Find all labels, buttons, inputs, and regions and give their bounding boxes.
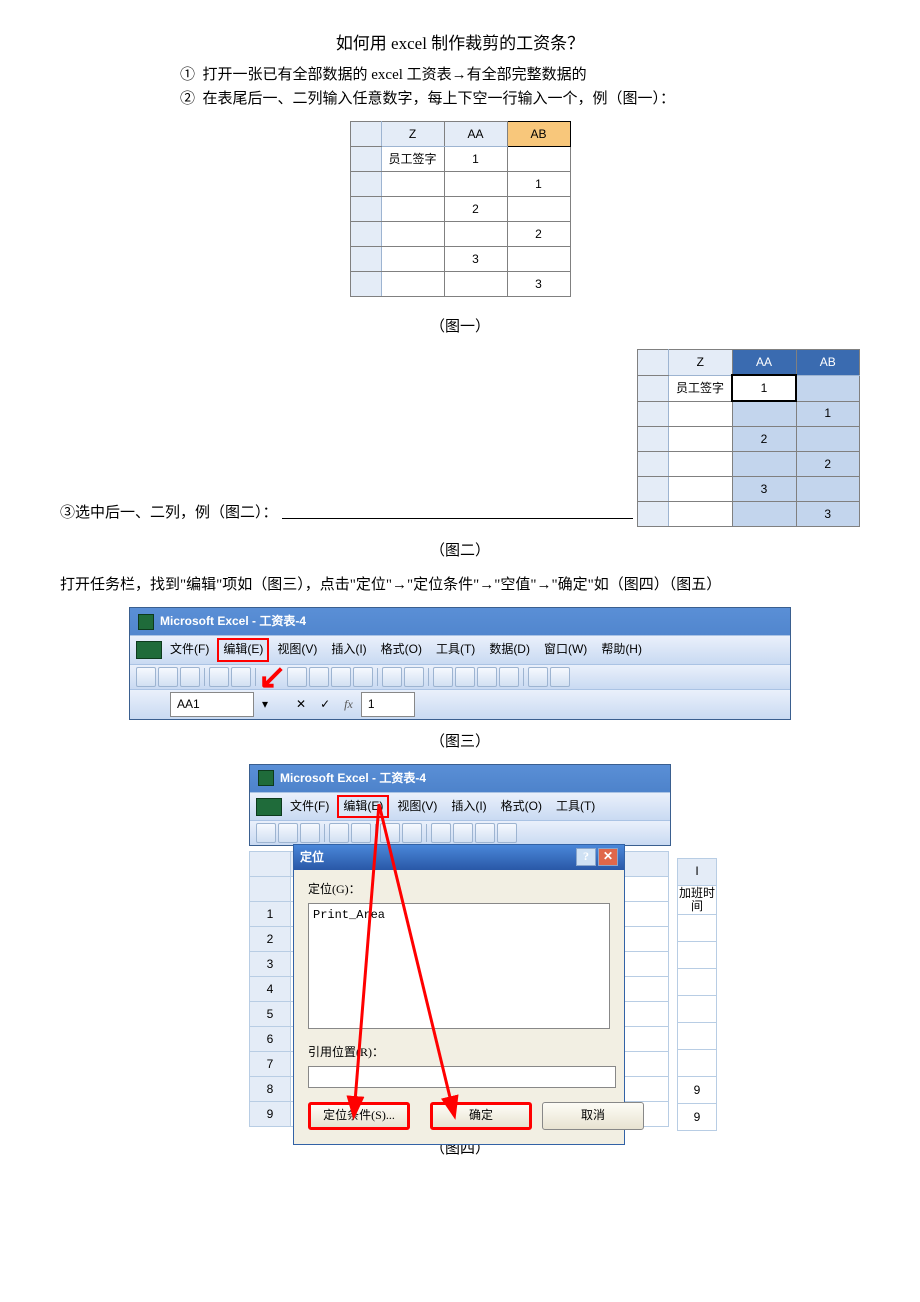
fig1-caption: （图一） bbox=[60, 315, 860, 339]
sort-desc-icon[interactable] bbox=[499, 667, 519, 687]
corner-cell bbox=[350, 122, 381, 147]
close-icon[interactable]: ✕ bbox=[598, 848, 618, 866]
special-button[interactable]: 定位条件(S)... bbox=[308, 1102, 410, 1129]
figure-3: Microsoft Excel - 工资表-4 文件(F) 编辑(E) 视图(V… bbox=[60, 607, 860, 720]
enter-icon[interactable]: ✓ bbox=[314, 693, 336, 716]
cell-z1: 员工签字 bbox=[381, 147, 444, 172]
menu-insert[interactable]: 插入(I) bbox=[445, 795, 492, 818]
print-icon[interactable] bbox=[209, 667, 229, 687]
format-painter-icon[interactable] bbox=[353, 667, 373, 687]
drawing-icon[interactable] bbox=[550, 667, 570, 687]
copy-icon[interactable] bbox=[453, 823, 473, 843]
research-icon[interactable] bbox=[402, 823, 422, 843]
open-icon[interactable] bbox=[158, 667, 178, 687]
menu-tools[interactable]: 工具(T) bbox=[550, 795, 601, 818]
preview-icon[interactable] bbox=[231, 667, 251, 687]
fig1-table: Z AA AB 员工签字1 1 2 2 3 3 bbox=[350, 121, 571, 297]
doc-icon bbox=[136, 641, 162, 659]
figure-1: Z AA AB 员工签字1 1 2 2 3 3 bbox=[60, 121, 860, 305]
col-AB: AB bbox=[507, 122, 570, 147]
step-2-num: ② bbox=[180, 91, 195, 107]
paste-icon[interactable] bbox=[331, 667, 351, 687]
menu-insert[interactable]: 插入(I) bbox=[325, 638, 372, 661]
fig2-caption: （图二） bbox=[60, 539, 860, 563]
open-icon[interactable] bbox=[278, 823, 298, 843]
goto-listbox[interactable]: Print_Area bbox=[308, 903, 610, 1029]
undo-icon[interactable] bbox=[382, 667, 402, 687]
excel-window-title: Microsoft Excel - 工资表-4 bbox=[130, 608, 790, 635]
step-1: ① 打开一张已有全部数据的 excel 工资表→有全部完整数据的 bbox=[180, 63, 860, 87]
excel-icon bbox=[258, 770, 274, 786]
redo-icon[interactable] bbox=[404, 667, 424, 687]
dropdown-icon[interactable]: ▾ bbox=[256, 693, 274, 716]
reference-input[interactable] bbox=[308, 1066, 616, 1088]
print-icon[interactable] bbox=[329, 823, 349, 843]
step-3: ③选中后一、二列，例（图二）： bbox=[60, 501, 278, 535]
fig3-caption: （图三） bbox=[60, 730, 860, 754]
page-title: 如何用 excel 制作裁剪的工资条？ bbox=[60, 30, 860, 57]
menu-edit[interactable]: 编辑(E) bbox=[337, 795, 389, 818]
goto-dialog: 定位 ? ✕ 定位(G)： Print_Area 引用位置(R)： 定位条件(S… bbox=[293, 844, 625, 1145]
menu-help[interactable]: 帮助(H) bbox=[595, 638, 648, 661]
save-icon[interactable] bbox=[300, 823, 320, 843]
formula-bar[interactable]: 1 bbox=[361, 692, 415, 717]
help-icon[interactable]: ? bbox=[576, 848, 596, 866]
sort-asc-icon[interactable] bbox=[477, 667, 497, 687]
excel-window-title-4: Microsoft Excel - 工资表-4 bbox=[250, 765, 670, 792]
figure-4: Microsoft Excel - 工资表-4 文件(F) 编辑(E) 视图(V… bbox=[60, 764, 860, 1127]
menu-format[interactable]: 格式(O) bbox=[495, 795, 548, 818]
goto-label: 定位(G)： bbox=[308, 880, 610, 899]
preview-icon[interactable] bbox=[351, 823, 371, 843]
paste-icon[interactable] bbox=[475, 823, 495, 843]
toolbar-4 bbox=[250, 820, 670, 845]
excel-icon bbox=[138, 614, 154, 630]
new-icon[interactable] bbox=[136, 667, 156, 687]
fx-icon[interactable]: fx bbox=[338, 693, 359, 716]
cut-icon[interactable] bbox=[431, 823, 451, 843]
menu-format[interactable]: 格式(O) bbox=[375, 638, 428, 661]
menu-window[interactable]: 窗口(W) bbox=[538, 638, 593, 661]
step-2: ② 在表尾后一、二列输入任意数字，每上下空一行输入一个，例（图一）： bbox=[180, 87, 860, 111]
right-column: I 加班时间 9 9 bbox=[677, 858, 717, 1131]
figure-2: Z AA AB 员工签字1 1 2 2 3 3 bbox=[637, 349, 860, 535]
ok-button[interactable]: 确定 bbox=[430, 1102, 532, 1129]
menu-file[interactable]: 文件(F) bbox=[164, 638, 215, 661]
paragraph-3: 打开任务栏，找到"编辑"项如（图三），点击"定位"→"定位条件"→"空值"→"确… bbox=[60, 573, 860, 597]
new-icon[interactable] bbox=[256, 823, 276, 843]
spell-icon[interactable] bbox=[380, 823, 400, 843]
formula-row: AA1 ▾ ✕ ✓ fx 1 bbox=[130, 689, 790, 719]
menu-file[interactable]: 文件(F) bbox=[284, 795, 335, 818]
format-painter-icon[interactable] bbox=[497, 823, 517, 843]
link-icon[interactable] bbox=[433, 667, 453, 687]
step-1-num: ① bbox=[180, 67, 195, 83]
menu-bar: 文件(F) 编辑(E) 视图(V) 插入(I) 格式(O) 工具(T) 数据(D… bbox=[130, 635, 790, 663]
copy-icon[interactable] bbox=[309, 667, 329, 687]
menu-tools[interactable]: 工具(T) bbox=[430, 638, 481, 661]
doc-icon bbox=[256, 798, 282, 816]
dialog-titlebar: 定位 ? ✕ bbox=[294, 845, 624, 870]
save-icon[interactable] bbox=[180, 667, 200, 687]
menu-view[interactable]: 视图(V) bbox=[391, 795, 443, 818]
menu-bar-4: 文件(F) 编辑(E) 视图(V) 插入(I) 格式(O) 工具(T) bbox=[250, 792, 670, 820]
cut-icon[interactable] bbox=[287, 667, 307, 687]
step-2-text: 在表尾后一、二列输入任意数字，每上下空一行输入一个，例（图一）： bbox=[203, 91, 676, 107]
cancel-icon[interactable]: ✕ bbox=[290, 693, 312, 716]
name-box[interactable]: AA1 bbox=[170, 692, 254, 717]
menu-data[interactable]: 数据(D) bbox=[483, 638, 536, 661]
reference-label: 引用位置(R)： bbox=[308, 1043, 610, 1062]
sum-icon[interactable] bbox=[455, 667, 475, 687]
col-Z: Z bbox=[381, 122, 444, 147]
fig2-table: Z AA AB 员工签字1 1 2 2 3 3 bbox=[637, 349, 860, 527]
col-AA: AA bbox=[444, 122, 507, 147]
step-1-text: 打开一张已有全部数据的 excel 工资表→有全部完整数据的 bbox=[203, 67, 587, 83]
cancel-button[interactable]: 取消 bbox=[542, 1102, 644, 1129]
toolbar: ↙ bbox=[130, 664, 790, 689]
chart-icon[interactable] bbox=[528, 667, 548, 687]
